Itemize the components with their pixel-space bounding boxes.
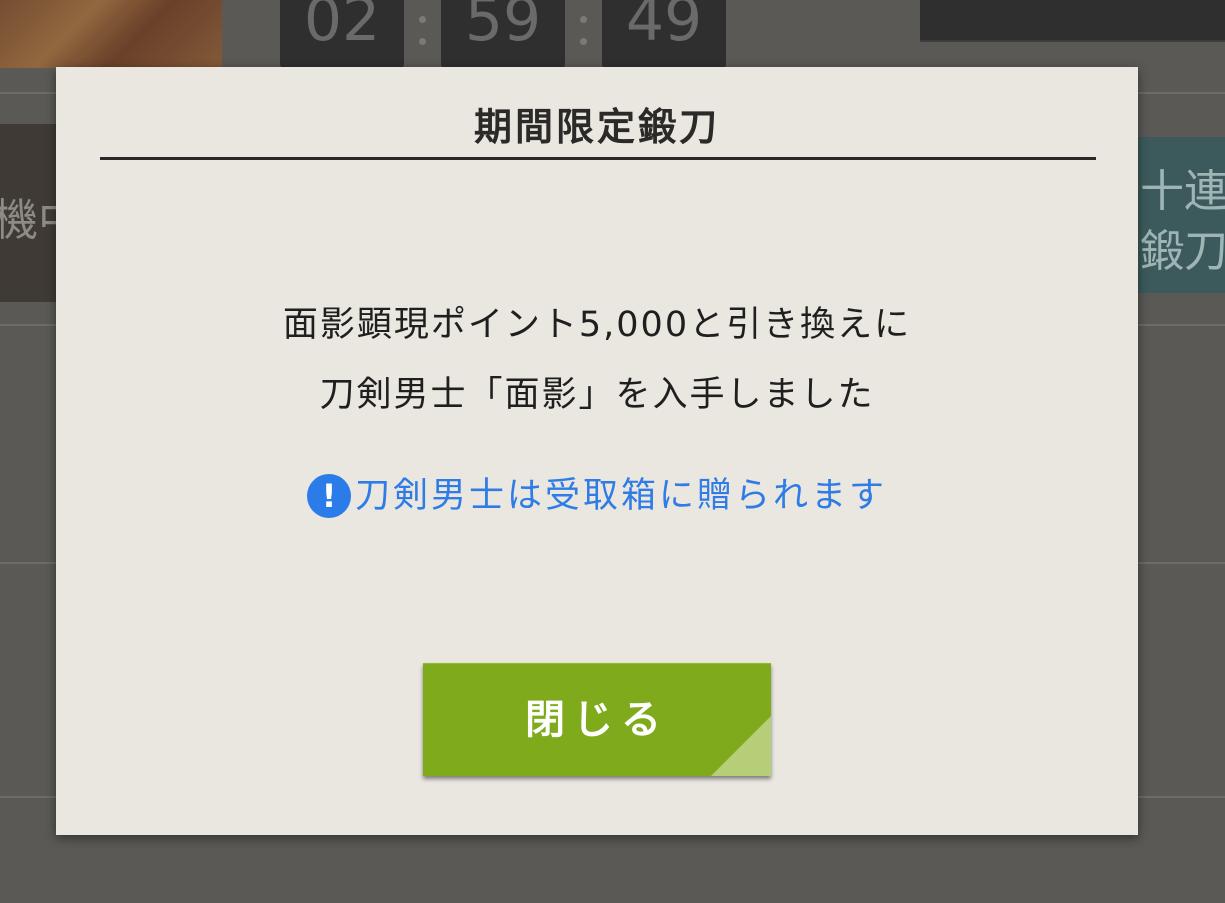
timer-separator — [577, 16, 589, 52]
dialog-message: 面影顕現ポイント5,000と引き換えに 刀剣男士「面影」を入手しました — [56, 300, 1138, 440]
delivery-notice-text: 刀剣男士は受取箱に贈られます — [354, 476, 887, 516]
title-divider — [100, 157, 1096, 160]
timer-hours: 02 — [280, 0, 404, 68]
timer-seconds: 49 — [602, 0, 726, 68]
dialog-title: 期間限定鍛刀 — [473, 104, 720, 149]
background-ten-forge-button: 十連 鍛刀 — [1138, 137, 1225, 293]
event-banner-image — [0, 0, 222, 68]
background-ten-forge-label-line1: 十連 — [1140, 166, 1225, 217]
delivery-notice: ! 刀剣男士は受取箱に贈られます — [56, 467, 1138, 518]
timer-minutes: 59 — [441, 0, 565, 68]
close-button-label: 閉じる — [525, 696, 669, 743]
limited-forge-dialog: 期間限定鍛刀 面影顕現ポイント5,000と引き換えに 刀剣男士「面影」を入手しま… — [56, 67, 1138, 835]
background-status-panel: 機中 — [0, 124, 58, 302]
top-right-button — [920, 0, 1225, 42]
message-line-1: 面影顕現ポイント5,000と引き換えに — [282, 305, 912, 345]
message-line-2: 刀剣男士「面影」を入手しました — [319, 375, 875, 415]
background-status-text: 機中 — [0, 195, 58, 246]
close-button[interactable]: 閉じる — [423, 663, 771, 776]
timer-separator — [416, 16, 428, 52]
background-ten-forge-label-line2: 鍛刀 — [1140, 226, 1225, 277]
exclamation-icon: ! — [306, 473, 351, 518]
